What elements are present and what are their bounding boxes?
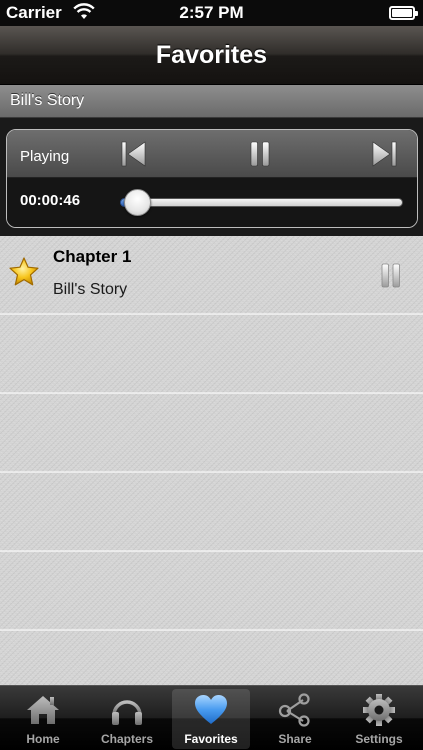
battery-icon (389, 6, 418, 20)
tab-chapters[interactable]: Chapters (88, 689, 166, 749)
item-subtitle: Bill's Story (53, 281, 128, 298)
next-track-icon (372, 141, 397, 167)
empty-row (0, 315, 423, 394)
tab-settings[interactable]: Settings (340, 689, 418, 749)
item-pause-button[interactable] (380, 263, 402, 288)
tab-label: Home (26, 732, 60, 746)
pause-button[interactable] (244, 138, 276, 170)
playback-status: Playing (20, 148, 70, 165)
home-icon (27, 696, 59, 724)
empty-row (0, 552, 423, 631)
status-bar: Carrier 2:57 PM (0, 0, 423, 26)
pause-icon (250, 141, 270, 167)
list-item[interactable]: Chapter 1 Bill's Story (0, 236, 423, 315)
player-area: Playing 00:00:46 (0, 118, 423, 236)
star-icon (8, 256, 40, 288)
tab-bar: Home Chapters Favorites Share Settings (0, 685, 423, 750)
previous-track-icon (121, 141, 146, 167)
heart-icon (195, 695, 227, 724)
pause-icon (381, 263, 400, 288)
slider-track (120, 198, 403, 207)
item-title: Chapter 1 (53, 247, 132, 266)
empty-row (0, 394, 423, 473)
audio-player: Playing 00:00:46 (6, 129, 418, 228)
favorites-list: Chapter 1 Bill's Story (0, 236, 423, 685)
share-icon (278, 693, 310, 727)
gear-icon (363, 694, 395, 726)
tab-label: Settings (355, 732, 403, 746)
empty-row (0, 473, 423, 552)
player-progress-row: 00:00:46 (7, 178, 417, 227)
tab-label: Favorites (184, 732, 238, 746)
next-track-button[interactable] (368, 138, 400, 170)
headphones-icon (112, 700, 142, 725)
clock: 2:57 PM (179, 3, 244, 22)
slider-thumb[interactable] (124, 189, 151, 216)
tab-favorites[interactable]: Favorites (172, 689, 250, 749)
tab-label: Chapters (100, 732, 153, 746)
tab-share[interactable]: Share (256, 689, 334, 749)
tab-label: Share (278, 732, 312, 746)
elapsed-time: 00:00:46 (20, 192, 81, 209)
previous-track-button[interactable] (118, 138, 150, 170)
tab-home[interactable]: Home (4, 689, 82, 749)
story-header: Bill's Story (0, 85, 423, 118)
player-controls-row: Playing (7, 130, 417, 178)
navigation-bar: Favorites (0, 26, 423, 85)
page-title: Favorites (155, 41, 268, 69)
progress-slider[interactable] (120, 189, 403, 216)
story-title: Bill's Story (10, 92, 85, 109)
